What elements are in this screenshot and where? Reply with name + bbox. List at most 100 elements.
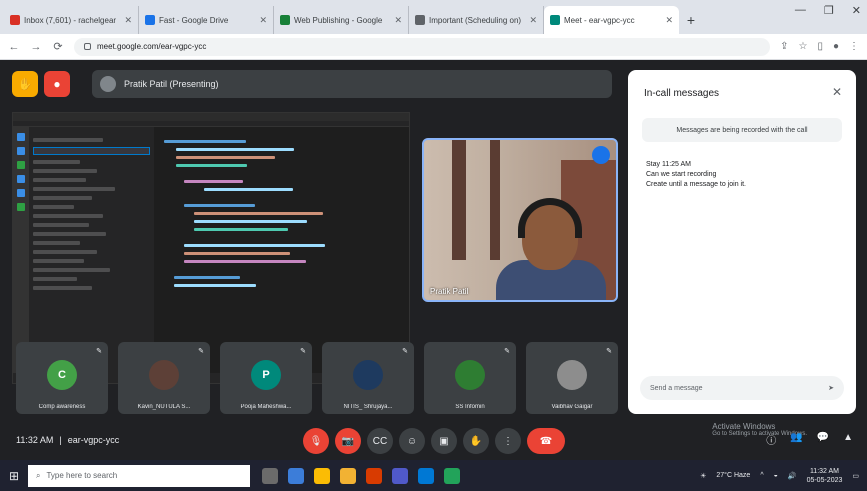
browser-tab[interactable]: Web Publishing - Google ✕	[274, 6, 409, 34]
editor-body	[13, 127, 409, 373]
chrome-icon[interactable]	[314, 467, 330, 484]
office-icon[interactable]	[366, 467, 382, 484]
chat-icon[interactable]: 💬	[817, 432, 829, 447]
star-icon[interactable]: ☆	[798, 41, 807, 52]
meet-window: ✋ ● Pratik Patil (Presenting) Pratik Pat…	[0, 60, 867, 460]
close-window-icon[interactable]: ✕	[852, 4, 861, 17]
right-controls: ⓘ 👥 💬 ▲	[766, 432, 853, 447]
maximize-icon[interactable]: ❐	[824, 4, 834, 17]
close-tab-icon[interactable]: ✕	[665, 15, 673, 26]
send-icon[interactable]: ➤	[828, 384, 834, 392]
share-icon[interactable]: ⇪	[780, 41, 788, 52]
participant-tile[interactable]: ✎ C Comp awareness	[16, 342, 108, 414]
browser-toolbar-icons: ⇪ ☆ ▯ ● ⋮	[780, 41, 859, 52]
menu-icon[interactable]: ⋮	[849, 41, 859, 52]
explorer-icon	[17, 133, 25, 141]
app-icon[interactable]	[444, 467, 460, 484]
participant-strip: ✎ C Comp awareness ✎ Kavin_NUTULA S... ✎…	[16, 342, 618, 414]
camera-toggle-button[interactable]: 📷	[335, 428, 361, 454]
teams-icon[interactable]	[392, 467, 408, 484]
avatar	[149, 360, 179, 390]
system-clock[interactable]: 11:32 AM 05-05-2023	[807, 467, 843, 485]
browser-tab-strip: Inbox (7,601) - rachelgear ✕ Fast - Goog…	[0, 0, 867, 34]
remote-icon	[17, 203, 25, 211]
volume-icon[interactable]: 🔊	[788, 472, 797, 480]
presenter-video-tile[interactable]: Pratik Patil	[422, 138, 618, 302]
captions-button[interactable]: CC	[367, 428, 393, 454]
mic-off-icon: ✎	[504, 348, 510, 355]
edge-icon[interactable]	[288, 467, 304, 484]
file-explorer	[29, 127, 154, 373]
close-tab-icon[interactable]: ✕	[394, 15, 402, 26]
chat-input-placeholder: Send a message	[650, 384, 703, 392]
tab-title: Meet - ear-vgpc-ycc	[564, 15, 635, 25]
divider: |	[59, 435, 62, 445]
window-controls: — ❐ ✕	[795, 4, 861, 17]
raise-hand-indicator-icon[interactable]: ✋	[12, 71, 38, 97]
close-tab-icon[interactable]: ✕	[529, 15, 537, 26]
task-view-icon[interactable]	[262, 467, 278, 484]
camera-status-icon	[592, 146, 610, 164]
mic-off-icon: ✎	[96, 348, 102, 355]
chat-title: In-call messages	[644, 88, 720, 99]
avatar	[455, 360, 485, 390]
reload-icon[interactable]: ⟳	[52, 40, 64, 53]
participant-tile[interactable]: ✎ SS Infomin	[424, 342, 516, 414]
chat-messages: Stay 11:25 AM Can we start recording Cre…	[646, 160, 846, 190]
record-icon[interactable]: ●	[44, 71, 70, 97]
notification-icon[interactable]: ▭	[852, 472, 859, 480]
participant-tile[interactable]: ✎ Kavin_NUTULA S...	[118, 342, 210, 414]
code-editor	[154, 127, 409, 373]
call-controls: 🎙 📷 CC ☺ ▣ ✋ ⋮ ☎	[303, 428, 565, 454]
taskbar-search[interactable]: ⌕ Type here to search	[28, 464, 250, 487]
activities-icon[interactable]: ▲	[843, 432, 853, 447]
mic-toggle-button[interactable]: 🎙	[303, 428, 329, 454]
sidebar-icon[interactable]: ▯	[817, 41, 823, 52]
windows-start-icon[interactable]: ⊞	[0, 460, 28, 491]
info-icon[interactable]: ⓘ	[766, 432, 776, 447]
back-icon[interactable]: ←	[8, 41, 20, 53]
browser-tab[interactable]: Important (Scheduling on) ✕	[409, 6, 544, 34]
meeting-info: 11:32 AM | ear-vgpc-ycc	[16, 435, 119, 445]
present-button[interactable]: ▣	[431, 428, 457, 454]
tab-title: Fast - Google Drive	[159, 15, 229, 25]
participant-tile[interactable]: ✎ Vaibhav Gaigar	[526, 342, 618, 414]
browser-tab-active[interactable]: Meet - ear-vgpc-ycc ✕	[544, 6, 679, 34]
participant-tile[interactable]: ✎ NITIS_ Shrujaya...	[322, 342, 414, 414]
forward-icon[interactable]: →	[30, 41, 42, 53]
chat-notice: Messages are being recorded with the cal…	[642, 118, 842, 142]
file-explorer-icon[interactable]	[340, 467, 356, 484]
lock-icon[interactable]	[84, 43, 91, 50]
participant-name: NITIS_ Shrujaya...	[343, 404, 393, 410]
network-icon[interactable]: ◒	[774, 472, 778, 479]
participant-tile[interactable]: ✎ P Pooja Maheshwa...	[220, 342, 312, 414]
people-icon[interactable]: 👥	[790, 432, 802, 447]
search-icon: ⌕	[36, 470, 41, 480]
minimize-icon[interactable]: —	[795, 4, 806, 17]
participant-name: Comp awareness	[38, 404, 86, 410]
url-text: meet.google.com/ear-vgpc-ycc	[97, 42, 207, 51]
emoji-button[interactable]: ☺	[399, 428, 425, 454]
profile-icon[interactable]: ●	[833, 41, 839, 52]
raise-hand-button[interactable]: ✋	[463, 428, 489, 454]
tray-chevron-icon[interactable]: ^	[760, 472, 763, 479]
more-options-button[interactable]: ⋮	[495, 428, 521, 454]
chat-input[interactable]: Send a message ➤	[640, 376, 844, 400]
meeting-code: ear-vgpc-ycc	[67, 435, 120, 445]
avatar: P	[251, 360, 281, 390]
avatar	[353, 360, 383, 390]
weather-text: 27°C Haze	[716, 472, 751, 479]
participant-name: Kavin_NUTULA S...	[137, 404, 191, 410]
close-tab-icon[interactable]: ✕	[259, 15, 267, 26]
end-call-button[interactable]: ☎	[527, 428, 565, 454]
new-tab-button[interactable]: +	[679, 6, 703, 34]
mic-off-icon: ✎	[402, 348, 408, 355]
browser-tab[interactable]: Fast - Google Drive ✕	[139, 6, 274, 34]
gmail-icon	[10, 15, 20, 25]
close-tab-icon[interactable]: ✕	[124, 15, 132, 26]
browser-tab[interactable]: Inbox (7,601) - rachelgear ✕	[4, 6, 139, 34]
close-icon[interactable]: ✕	[832, 85, 842, 99]
pinned-apps	[262, 467, 460, 484]
url-field[interactable]: meet.google.com/ear-vgpc-ycc	[74, 37, 771, 56]
store-icon[interactable]	[418, 467, 434, 484]
